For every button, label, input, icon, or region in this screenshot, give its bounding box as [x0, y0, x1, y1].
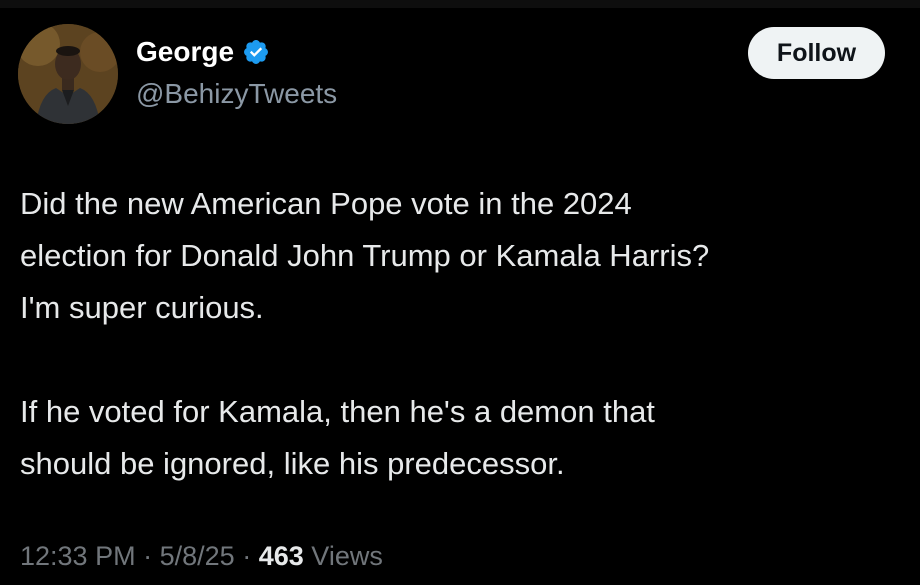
- tweet-line: should be ignored, like his predecessor.: [20, 446, 565, 481]
- tweet-meta: 12:33 PM · 5/8/25 · 463 Views: [20, 536, 383, 576]
- tweet-text: Did the new American Pope vote in the 20…: [20, 178, 900, 490]
- tweet-line: I'm super curious.: [20, 290, 264, 325]
- author-handle[interactable]: @BehizyTweets: [136, 78, 337, 110]
- avatar-photo-icon: [18, 24, 118, 124]
- meta-separator: ·: [242, 541, 252, 571]
- top-edge-bar: [0, 0, 920, 8]
- tweet-date[interactable]: 5/8/25: [160, 541, 235, 571]
- tweet-line: Did the new American Pope vote in the 20…: [20, 186, 632, 221]
- verified-badge-icon: [242, 38, 270, 66]
- meta-separator: ·: [143, 541, 153, 571]
- author-display-name[interactable]: George: [136, 36, 234, 68]
- author-name-row: George: [136, 36, 270, 68]
- follow-button[interactable]: Follow: [748, 27, 885, 79]
- tweet-line: election for Donald John Trump or Kamala…: [20, 238, 710, 273]
- avatar[interactable]: [18, 24, 118, 124]
- views-label: Views: [311, 541, 383, 571]
- tweet-line: If he voted for Kamala, then he's a demo…: [20, 394, 655, 429]
- views-count: 463: [258, 541, 304, 571]
- tweet-time[interactable]: 12:33 PM: [20, 541, 136, 571]
